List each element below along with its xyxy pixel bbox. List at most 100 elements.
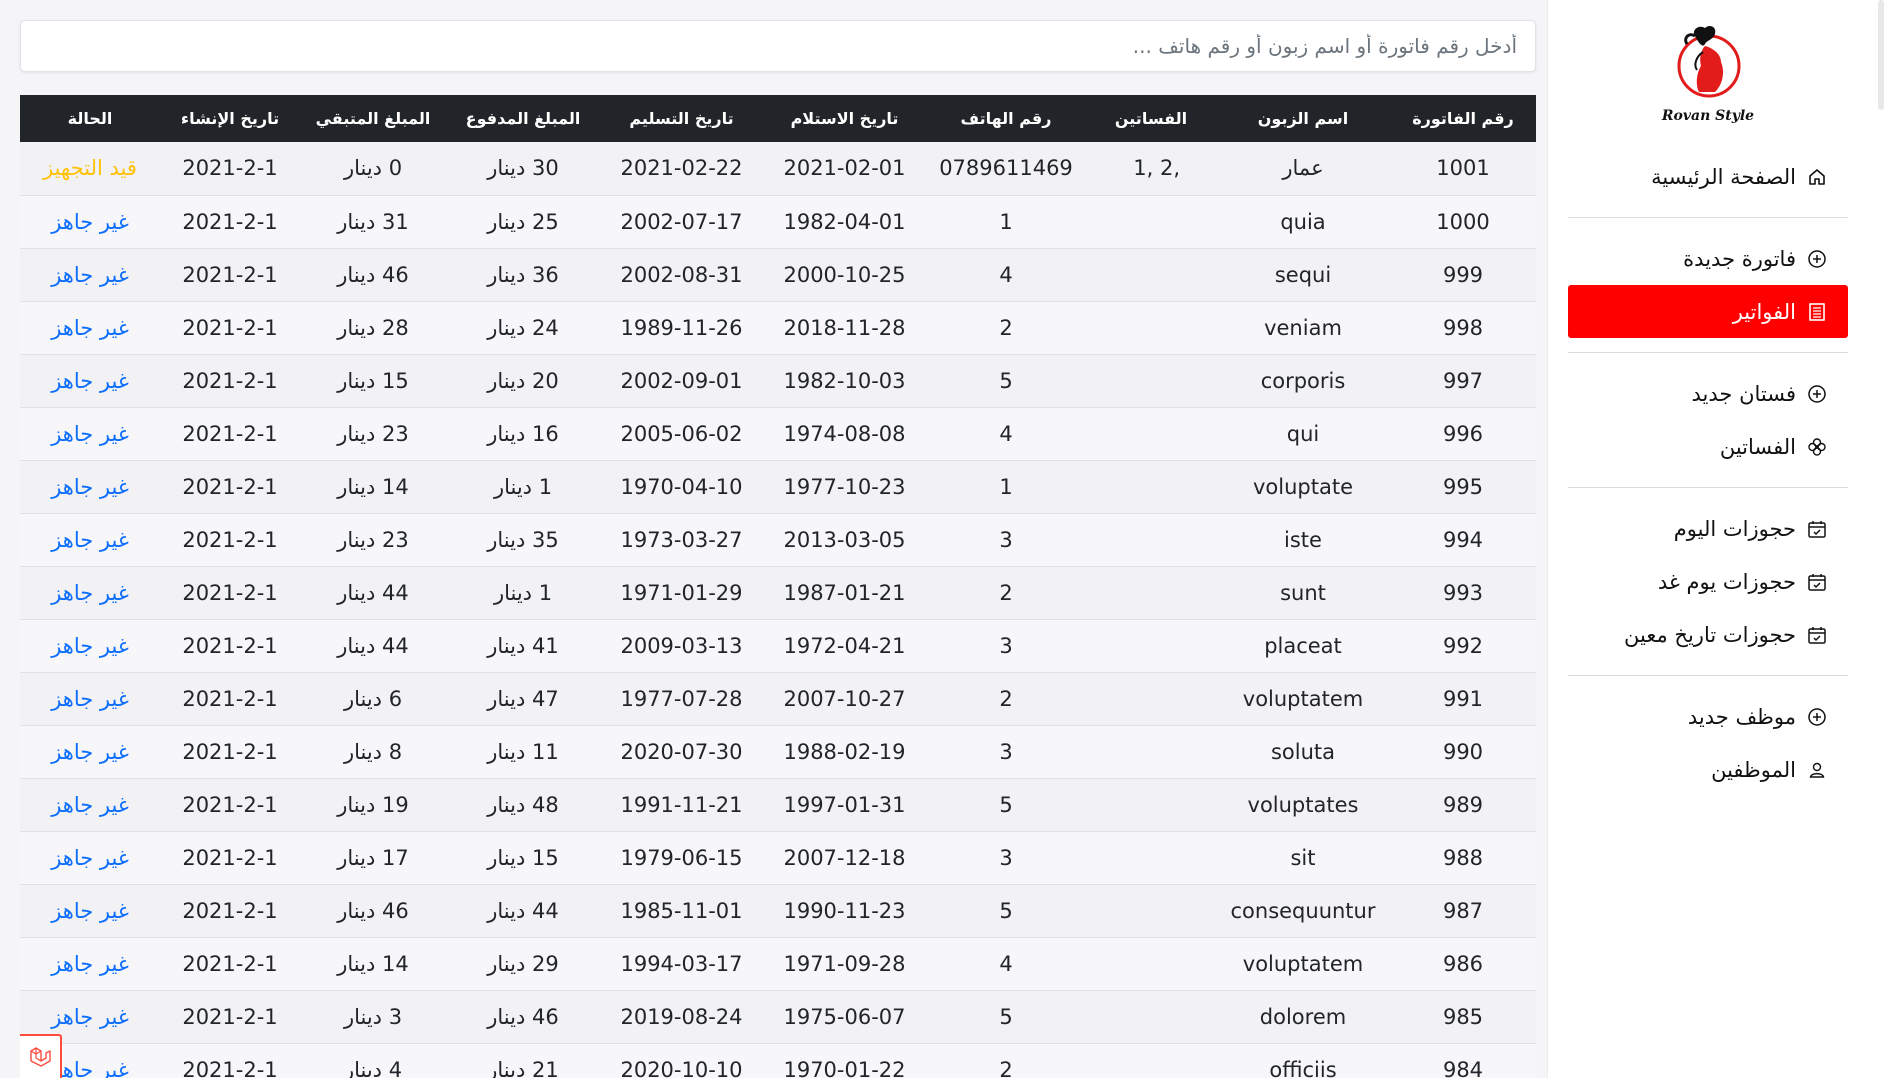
cell-status[interactable]: غير جاهز bbox=[20, 619, 160, 672]
table-row[interactable]: 992 placeat 3 1972-04-21 2009-03-13 41 دينار 4… bbox=[20, 619, 1536, 672]
cell-status[interactable]: غير جاهز bbox=[20, 884, 160, 937]
col-invoice-no[interactable]: رقم الفاتورة bbox=[1390, 95, 1536, 142]
cell-status[interactable]: غير جاهز bbox=[20, 831, 160, 884]
table-row[interactable]: 984 officiis 2 1970-01-22 2020-10-10 21 دينار… bbox=[20, 1043, 1536, 1078]
cell-created-date: 2021-2-1 bbox=[182, 686, 278, 711]
scrollbar[interactable] bbox=[1868, 0, 1888, 1078]
search-input[interactable] bbox=[39, 21, 1517, 71]
dress-logo-icon bbox=[1677, 26, 1741, 98]
nav-new-invoice[interactable]: فاتورة جديدة bbox=[1568, 232, 1848, 285]
nav-date-bookings[interactable]: حجوزات تاريخ معين bbox=[1568, 608, 1848, 661]
col-created[interactable]: تاريخ الإنشاء bbox=[160, 95, 300, 142]
table-row[interactable]: 995 voluptate 1 1977-10-23 1970-04-10 1 دينار… bbox=[20, 460, 1536, 513]
table-row[interactable]: 990 soluta 3 1988-02-19 2020-07-30 11 دينار 8 … bbox=[20, 725, 1536, 778]
table-row[interactable]: 999 sequi 4 2000-10-25 2002-08-31 36 دينار 46 … bbox=[20, 248, 1536, 301]
nav-invoices[interactable]: الفواتير bbox=[1568, 285, 1848, 338]
cell-invoice-no: 984 bbox=[1442, 1057, 1484, 1078]
table-row[interactable]: 998 veniam 2 2018-11-28 1989-11-26 24 دينار 28… bbox=[20, 301, 1536, 354]
cell-invoice-no: 992 bbox=[1442, 633, 1484, 658]
cell-phone: 2 bbox=[999, 686, 1013, 711]
col-customer[interactable]: اسم الزبون bbox=[1216, 95, 1390, 142]
cell-status[interactable]: غير جاهز bbox=[20, 672, 160, 725]
cell-paid-amount: 47 دينار bbox=[487, 686, 559, 711]
calendar-check-icon bbox=[1806, 518, 1828, 540]
cell-invoice-no: 990 bbox=[1442, 739, 1484, 764]
table-row[interactable]: 993 sunt 2 1987-01-21 1971-01-29 1 دينار 44 دي… bbox=[20, 566, 1536, 619]
cell-status[interactable]: قيد التجهيز bbox=[20, 142, 160, 195]
cell-delivery-date: 1970-04-10 bbox=[620, 474, 743, 499]
cell-status[interactable]: غير جاهز bbox=[20, 407, 160, 460]
table-row[interactable]: 996 qui 4 1974-08-08 2005-06-02 16 دينار 23 دي… bbox=[20, 407, 1536, 460]
table-row[interactable]: 987 consequuntur 5 1990-11-23 1985-11-01 44 د… bbox=[20, 884, 1536, 937]
cell-received-date: 1970-01-22 bbox=[783, 1057, 906, 1078]
brand-logo[interactable]: Rovan Style bbox=[1568, 22, 1848, 150]
cell-invoice-no: 996 bbox=[1442, 421, 1484, 446]
nav-employees[interactable]: الموظفين bbox=[1568, 743, 1848, 796]
cell-received-date: 1977-10-23 bbox=[783, 474, 906, 499]
cell-phone: 4 bbox=[999, 951, 1013, 976]
table-row[interactable]: 994 iste 3 2013-03-05 1973-03-27 35 دينار 23 د… bbox=[20, 513, 1536, 566]
cell-paid-amount: 48 دينار bbox=[487, 792, 559, 817]
cell-delivery-date: 2019-08-24 bbox=[620, 1004, 743, 1029]
cell-paid-amount: 21 دينار bbox=[487, 1057, 559, 1078]
table-row[interactable]: 991 voluptatem 2 2007-10-27 1977-07-28 47 دين… bbox=[20, 672, 1536, 725]
cell-status[interactable]: غير جاهز bbox=[20, 778, 160, 831]
col-remaining[interactable]: المبلغ المتبقي bbox=[300, 95, 446, 142]
col-dresses[interactable]: الفساتين bbox=[1086, 95, 1216, 142]
nav-today-bookings[interactable]: حجوزات اليوم bbox=[1568, 502, 1848, 555]
col-paid[interactable]: المبلغ المدفوع bbox=[446, 95, 600, 142]
laravel-debug-icon[interactable] bbox=[20, 1034, 62, 1078]
cell-phone: 3 bbox=[999, 739, 1013, 764]
cell-status[interactable]: غير جاهز bbox=[20, 248, 160, 301]
cell-phone: 1 bbox=[999, 474, 1013, 499]
cell-created-date: 2021-2-1 bbox=[182, 792, 278, 817]
cell-status[interactable]: غير جاهز bbox=[20, 460, 160, 513]
cell-remaining-amount: 19 دينار bbox=[337, 792, 409, 817]
cell-received-date: 2018-11-28 bbox=[783, 315, 906, 340]
cell-paid-amount: 35 دينار bbox=[487, 527, 559, 552]
cell-status[interactable]: غير جاهز bbox=[20, 566, 160, 619]
search-box bbox=[20, 20, 1536, 72]
cell-received-date: 1988-02-19 bbox=[783, 739, 906, 764]
cell-received-date: 2007-12-18 bbox=[783, 845, 906, 870]
cell-remaining-amount: 15 دينار bbox=[337, 368, 409, 393]
table-row[interactable]: 1001 عمار 1, 2, 0789611469 2021-02-01 2021-02… bbox=[20, 142, 1536, 195]
cell-invoice-no: 987 bbox=[1442, 898, 1484, 923]
table-row[interactable]: 989 voluptates 5 1997-01-31 1991-11-21 48 دين… bbox=[20, 778, 1536, 831]
nav-tomorrow-bookings[interactable]: حجوزات يوم غد bbox=[1568, 555, 1848, 608]
cell-status[interactable]: غير جاهز bbox=[20, 354, 160, 407]
cell-received-date: 1990-11-23 bbox=[783, 898, 906, 923]
col-phone[interactable]: رقم الهاتف bbox=[926, 95, 1086, 142]
cell-customer: sit bbox=[1290, 845, 1316, 870]
col-delivery[interactable]: تاريخ التسليم bbox=[600, 95, 763, 142]
col-received[interactable]: تاريخ الاستلام bbox=[763, 95, 926, 142]
nav-new-employee[interactable]: موظف جديد bbox=[1568, 690, 1848, 743]
cell-status[interactable]: غير جاهز bbox=[20, 725, 160, 778]
cell-status[interactable]: غير جاهز bbox=[20, 937, 160, 990]
table-row[interactable]: 1000 quia 1 1982-04-01 2002-07-17 25 دينار 31 … bbox=[20, 195, 1536, 248]
table-row[interactable]: 986 voluptatem 4 1971-09-28 1994-03-17 29 دين… bbox=[20, 937, 1536, 990]
cell-status[interactable]: غير جاهز bbox=[20, 195, 160, 248]
cell-dresses bbox=[1086, 513, 1216, 566]
table-row[interactable]: 988 sit 3 2007-12-18 1979-06-15 15 دينار 17 دي… bbox=[20, 831, 1536, 884]
receipt-icon bbox=[1806, 301, 1828, 323]
col-status[interactable]: الحالة bbox=[20, 95, 160, 142]
table-row[interactable]: 985 dolorem 5 1975-06-07 2019-08-24 46 دينار 3… bbox=[20, 990, 1536, 1043]
laravel-logo-icon bbox=[30, 1047, 51, 1067]
cell-status[interactable]: غير جاهز bbox=[20, 301, 160, 354]
cell-received-date: 1982-10-03 bbox=[783, 368, 906, 393]
cell-status[interactable]: غير جاهز bbox=[20, 513, 160, 566]
sidebar: Rovan Style الصفحة الرئيسية فاتورة جديدة… bbox=[1547, 0, 1868, 1078]
cell-remaining-amount: 23 دينار bbox=[337, 527, 409, 552]
cell-received-date: 2000-10-25 bbox=[783, 262, 906, 287]
cell-customer: quia bbox=[1280, 209, 1326, 234]
cell-invoice-no: 998 bbox=[1442, 315, 1484, 340]
cell-invoice-no: 988 bbox=[1442, 845, 1484, 870]
scrollbar-thumb[interactable] bbox=[1878, 0, 1884, 110]
cell-dresses bbox=[1086, 937, 1216, 990]
nav-new-dress[interactable]: فستان جديد bbox=[1568, 367, 1848, 420]
nav-home[interactable]: الصفحة الرئيسية bbox=[1568, 150, 1848, 203]
cell-received-date: 1987-01-21 bbox=[783, 580, 906, 605]
table-row[interactable]: 997 corporis 5 1982-10-03 2002-09-01 20 دينار… bbox=[20, 354, 1536, 407]
nav-dresses[interactable]: الفساتين bbox=[1568, 420, 1848, 473]
